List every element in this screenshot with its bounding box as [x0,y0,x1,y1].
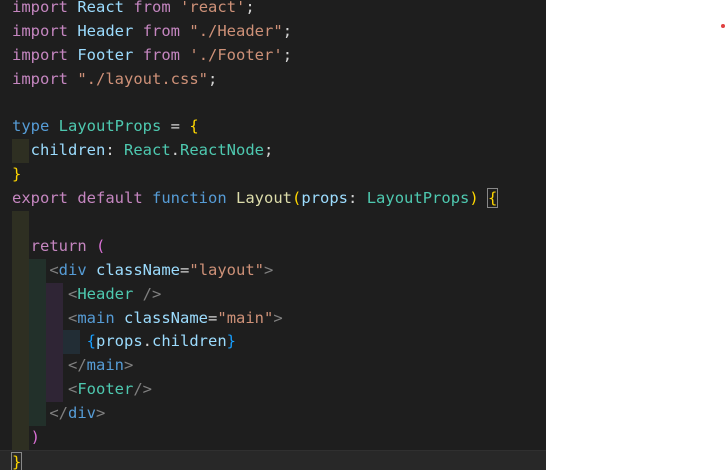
attr-name: className [96,260,181,279]
semicolon: ; [208,69,218,88]
code-line-10[interactable] [0,211,546,235]
type-name: LayoutProps [58,117,162,136]
type-reference: ReactNode [180,141,265,160]
code-line-12[interactable]: <div className="layout"> [0,258,546,283]
colon: : [105,141,124,160]
code-line-19[interactable]: ) [0,426,546,450]
code-line-6[interactable]: type LayoutProps = { [0,115,546,139]
default-keyword: default [77,189,143,208]
close-paren: ) [469,189,479,208]
window: import React from 'react'; import Header… [0,0,727,470]
attr-value: "main" [217,308,274,327]
code-line-17[interactable]: <Footer/> [0,378,546,403]
code-line-3[interactable]: import Footer from './Footer'; [0,44,546,68]
import-keyword: import [12,69,68,88]
equals-sign: = [208,308,218,327]
from-keyword: from [133,0,171,16]
expression-open: { [86,332,96,351]
tag-open: </ [68,356,87,375]
open-paren: ( [292,189,302,208]
dot: . [142,332,153,351]
semicolon: ; [282,45,293,64]
import-name: React [77,0,125,16]
export-keyword: export [12,189,68,208]
code-line-16[interactable]: </main> [0,354,546,379]
semicolon: ; [245,0,255,16]
function-keyword: function [152,189,227,208]
tag-open: < [49,260,59,279]
code-line-15[interactable]: {props.children} [0,330,546,355]
tag-name: div [58,260,87,279]
open-brace: { [189,117,199,136]
self-close: /> [133,284,162,303]
code-line-4[interactable]: import "./layout.css"; [0,68,546,92]
tag-open: < [68,284,78,303]
tag-name: main [86,356,124,375]
object-name: props [96,332,143,351]
type-keyword: type [12,117,50,136]
import-keyword: import [12,0,68,16]
dot: . [170,141,181,160]
import-source: "./layout.css" [77,69,208,88]
tag-open: < [68,308,78,327]
import-source: "./Header" [189,21,283,40]
colon: : [348,189,367,208]
component-name: Header [77,284,134,303]
import-keyword: import [12,45,68,64]
indent-guide [12,211,29,235]
attr-value: "layout" [189,260,265,279]
param-type: LayoutProps [366,189,470,208]
code-line-13[interactable]: <Header /> [0,282,546,307]
code-line-14[interactable]: <main className="main"> [0,306,546,331]
open-paren: ( [96,236,106,255]
expression-close: } [226,332,237,351]
tag-close: > [273,308,283,327]
tag-close: > [124,356,134,375]
code-lines: import React from 'react'; import Header… [0,0,546,470]
code-line-1[interactable]: import React from 'react'; [0,0,546,20]
prop-name: children [30,141,106,160]
type-namespace: React [124,141,171,160]
import-source: 'react' [180,0,246,16]
import-source: './Footer' [189,45,283,64]
tag-close: > [264,260,274,279]
self-close: /> [133,380,153,399]
tag-open: < [68,380,78,399]
tag-open: </ [49,404,68,423]
semicolon: ; [282,21,293,40]
from-keyword: from [142,45,181,64]
import-keyword: import [12,21,68,40]
property-name: children [152,332,227,351]
attr-name: className [124,308,209,327]
code-line-11[interactable]: return ( [0,234,546,259]
open-brace-matched: { [487,188,499,209]
code-editor[interactable]: import React from 'react'; import Header… [0,0,546,470]
import-name: Footer [77,45,134,64]
function-name: Layout [236,189,293,208]
param-name: props [301,189,349,208]
red-dot-icon [721,24,725,28]
equals-sign: = [180,260,190,279]
return-keyword: return [30,236,87,255]
code-line-9[interactable]: export default function Layout(props: La… [0,187,546,211]
tag-name: div [68,404,96,423]
code-line-7[interactable]: children: React.ReactNode; [0,139,546,164]
tag-close: > [96,404,106,423]
code-line-8[interactable]: } [0,163,546,187]
close-brace-matched: } [10,451,23,470]
close-brace: } [12,165,22,184]
tag-name: main [77,308,115,327]
code-line-5[interactable] [0,92,546,116]
close-paren: ) [30,428,41,447]
code-line-2[interactable]: import Header from "./Header"; [0,20,546,44]
code-line-20[interactable]: } [0,449,546,470]
from-keyword: from [142,21,181,40]
equals-sign: = [161,117,190,136]
code-line-18[interactable]: </div> [0,402,546,427]
component-name: Footer [77,380,134,399]
import-name: Header [77,21,134,40]
semicolon: ; [264,141,274,160]
